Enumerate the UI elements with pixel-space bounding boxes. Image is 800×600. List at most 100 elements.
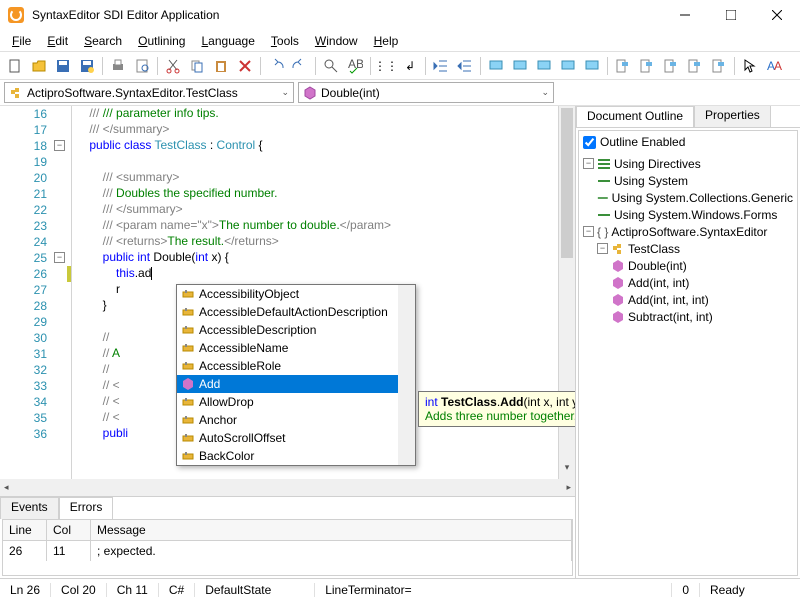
class-icon — [9, 86, 23, 100]
method-icon — [303, 86, 317, 100]
autocomplete-item[interactable]: Add — [177, 375, 415, 393]
error-row[interactable]: 26 11 ; expected. — [3, 541, 572, 561]
status-lt: LineTerminator= — [315, 583, 672, 597]
menu-language[interactable]: Language — [193, 32, 262, 50]
window-title: SyntaxEditor SDI Editor Application — [32, 8, 662, 22]
print-icon[interactable] — [107, 55, 129, 77]
bm1-icon[interactable] — [612, 55, 634, 77]
tree-node[interactable]: Double(int) — [583, 257, 793, 274]
autocomplete-item[interactable]: AllowDrop — [177, 393, 415, 411]
app-icon — [8, 7, 24, 23]
close-button[interactable] — [754, 0, 800, 30]
spellcheck-icon[interactable]: ABC — [344, 55, 366, 77]
paste-icon[interactable] — [210, 55, 232, 77]
minimize-button[interactable] — [662, 0, 708, 30]
tree-node[interactable]: Add(int, int) — [583, 274, 793, 291]
indent-in-icon[interactable] — [454, 55, 476, 77]
errors-grid: Line Col Message 26 11 ; expected. — [2, 519, 573, 576]
wrap-icon[interactable]: ↲ — [399, 55, 421, 77]
status-col: Col 20 — [51, 583, 107, 597]
comment4-icon[interactable] — [557, 55, 579, 77]
menu-outlining[interactable]: Outlining — [130, 32, 193, 50]
copy-icon[interactable] — [186, 55, 208, 77]
property-icon — [181, 413, 195, 427]
property-icon — [181, 305, 195, 319]
cursor-icon[interactable] — [739, 55, 761, 77]
tab-errors[interactable]: Errors — [59, 497, 114, 519]
property-icon — [181, 431, 195, 445]
toolbar: ABC ⋮⋮ ↲ AA — [0, 52, 800, 80]
tree-node[interactable]: −Using Directives — [583, 155, 793, 172]
undo-icon[interactable] — [265, 55, 287, 77]
bm5-icon[interactable] — [708, 55, 730, 77]
autocomplete-item[interactable]: AutoScrollOffset — [177, 429, 415, 447]
code-editor[interactable]: 16 17 18− 19 20 21 22 23 24 25− 26 27 28… — [0, 106, 575, 479]
text-caret — [151, 267, 152, 280]
tab-events[interactable]: Events — [0, 497, 59, 519]
autocomplete-item[interactable]: AccessibleName — [177, 339, 415, 357]
menu-tools[interactable]: Tools — [263, 32, 307, 50]
autocomplete-item[interactable]: AccessibilityObject — [177, 285, 415, 303]
status-ln: Ln 26 — [0, 583, 51, 597]
autocomplete-item[interactable]: AccessibleRole — [177, 357, 415, 375]
menu-search[interactable]: Search — [76, 32, 130, 50]
status-ch: Ch 11 — [107, 583, 159, 597]
outline-enabled-checkbox[interactable]: Outline Enabled — [583, 135, 793, 149]
ws-icon[interactable]: ⋮⋮ — [375, 55, 397, 77]
bm3-icon[interactable] — [660, 55, 682, 77]
autocomplete-item[interactable]: AccessibleDescription — [177, 321, 415, 339]
navigation-combos: ActiproSoftware.SyntaxEditor.TestClass ⌄… — [0, 80, 800, 106]
col-line[interactable]: Line — [3, 520, 47, 540]
tab-properties[interactable]: Properties — [694, 106, 771, 127]
new-icon[interactable] — [4, 55, 26, 77]
tree-node[interactable]: −{ }ActiproSoftware.SyntaxEditor — [583, 223, 793, 240]
comment5-icon[interactable] — [581, 55, 603, 77]
tree-node[interactable]: Using System.Windows.Forms — [583, 206, 793, 223]
autocomplete-item[interactable]: AccessibleDefaultActionDescription — [177, 303, 415, 321]
titlebar: SyntaxEditor SDI Editor Application — [0, 0, 800, 30]
method-icon — [181, 377, 195, 391]
menu-file[interactable]: File — [4, 32, 39, 50]
member-combo[interactable]: Double(int) ⌄ — [298, 82, 554, 103]
tree-node[interactable]: Subtract(int, int) — [583, 308, 793, 325]
property-icon — [181, 449, 195, 463]
comment2-icon[interactable] — [509, 55, 531, 77]
col-col[interactable]: Col — [47, 520, 91, 540]
status-ready: Ready — [700, 583, 800, 597]
cut-icon[interactable] — [162, 55, 184, 77]
autocomplete-scrollbar[interactable] — [398, 285, 415, 465]
property-icon — [181, 359, 195, 373]
preview-icon[interactable] — [131, 55, 153, 77]
tree-node[interactable]: −TestClass — [583, 240, 793, 257]
find-icon[interactable] — [320, 55, 342, 77]
menubar: File Edit Search Outlining Language Tool… — [0, 30, 800, 52]
tree-node[interactable]: Using System.Collections.Generic — [583, 189, 793, 206]
tab-document-outline[interactable]: Document Outline — [576, 106, 694, 127]
saveas-icon[interactable] — [76, 55, 98, 77]
horizontal-scrollbar[interactable]: ◂▸ — [0, 479, 575, 496]
maximize-button[interactable] — [708, 0, 754, 30]
menu-window[interactable]: Window — [307, 32, 366, 50]
col-message[interactable]: Message — [91, 520, 572, 540]
class-combo[interactable]: ActiproSoftware.SyntaxEditor.TestClass ⌄ — [4, 82, 294, 103]
bottom-panel: Events Errors Line Col Message 26 11 ; e… — [0, 496, 575, 578]
open-icon[interactable] — [28, 55, 50, 77]
property-icon — [181, 395, 195, 409]
autocomplete-item[interactable]: BackColor — [177, 447, 415, 465]
redo-icon[interactable] — [289, 55, 311, 77]
comment-icon[interactable] — [485, 55, 507, 77]
bm4-icon[interactable] — [684, 55, 706, 77]
autocomplete-item[interactable]: Anchor — [177, 411, 415, 429]
font-icon[interactable]: AA — [763, 55, 785, 77]
delete-icon[interactable] — [234, 55, 256, 77]
tree-node[interactable]: Using System — [583, 172, 793, 189]
menu-help[interactable]: Help — [366, 32, 407, 50]
bm2-icon[interactable] — [636, 55, 658, 77]
status-state: DefaultState — [195, 583, 315, 597]
comment3-icon[interactable] — [533, 55, 555, 77]
tree-node[interactable]: Add(int, int, int) — [583, 291, 793, 308]
indent-out-icon[interactable] — [430, 55, 452, 77]
save-icon[interactable] — [52, 55, 74, 77]
member-combo-label: Double(int) — [321, 86, 380, 100]
menu-edit[interactable]: Edit — [39, 32, 76, 50]
